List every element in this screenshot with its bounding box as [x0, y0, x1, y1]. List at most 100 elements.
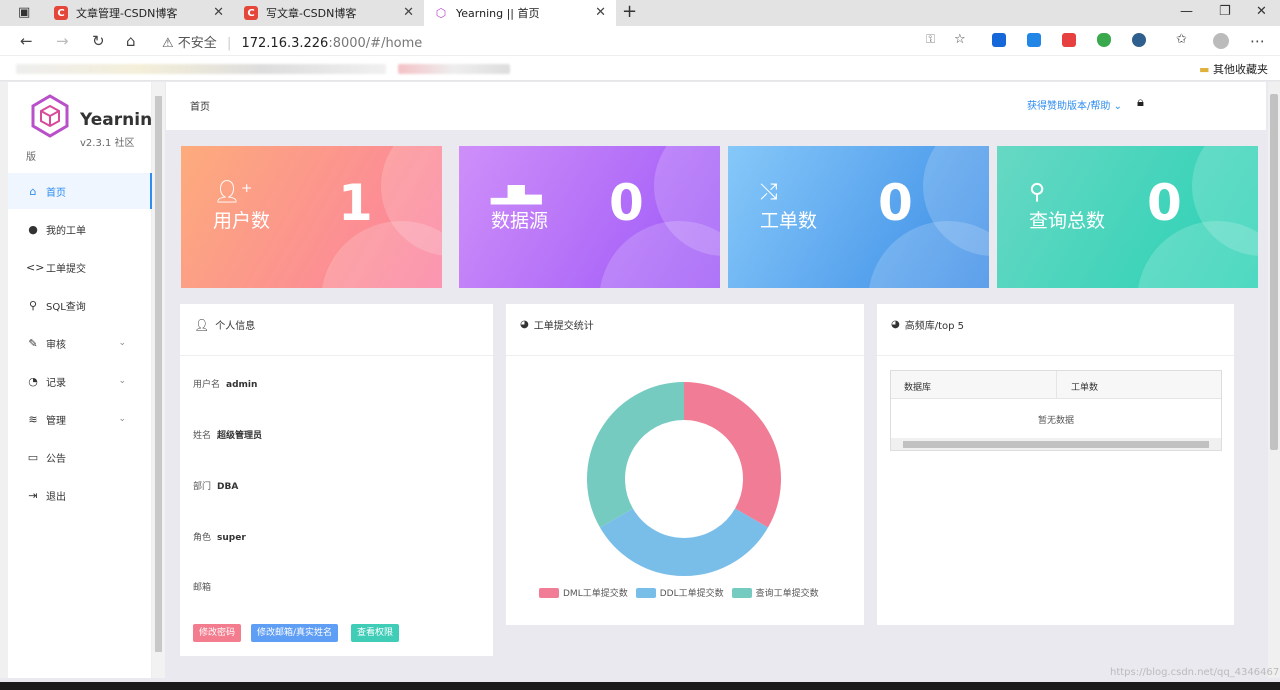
pie-icon: ◕	[891, 319, 900, 330]
other-bookmarks-label: 其他收藏夹	[1213, 63, 1268, 76]
help-dropdown[interactable]: 获得赞助版本/帮助 ⌄	[1027, 97, 1122, 112]
sidebar-item-sql-query[interactable]: ⚲ SQL查询	[8, 287, 152, 323]
favorite-star-icon[interactable]: ☆	[954, 32, 966, 47]
taskbar	[0, 682, 1280, 690]
security-label: 不安全	[177, 36, 217, 51]
extension-icon[interactable]	[992, 33, 1006, 47]
back-icon[interactable]: ←	[20, 32, 33, 50]
extension-icon[interactable]	[1132, 33, 1146, 47]
chart-legend: DML工单提交数 DDL工单提交数 查询工单提交数	[539, 586, 827, 599]
column-header: 数据库	[904, 383, 932, 393]
lock-icon[interactable]: 🔒︎	[1137, 95, 1144, 110]
horizontal-scrollbar[interactable]	[891, 438, 1221, 450]
key-icon[interactable]: ⚿	[926, 32, 935, 47]
stat-value: 0	[878, 174, 913, 232]
panel-title-label: 个人信息	[215, 321, 256, 332]
new-tab-button[interactable]: +	[622, 1, 637, 22]
url-path: :8000/#/home	[328, 36, 423, 51]
order-stats-panel: ◕ 工单提交统计 DML工单提交数 DDL工单提交数 查询工单提交数	[506, 304, 864, 625]
panel-title-label: 工单提交统计	[533, 321, 594, 332]
window-menu-icon[interactable]: ▣	[18, 5, 30, 20]
search-icon: ⚲	[28, 298, 38, 312]
legend-item[interactable]: 查询工单提交数	[731, 586, 819, 599]
profile-avatar-icon[interactable]	[1213, 33, 1229, 49]
csdn-icon: C	[54, 6, 68, 20]
legend-item[interactable]: DDL工单提交数	[635, 586, 724, 599]
home-icon: ⌂	[29, 184, 37, 198]
home-icon[interactable]: ⌂	[126, 32, 136, 50]
breadcrumb: 首页	[190, 102, 210, 113]
extension-icon[interactable]	[1027, 33, 1041, 47]
sidebar-item-my-orders[interactable]: ● 我的工单	[8, 211, 152, 247]
reload-icon[interactable]: ↻	[92, 32, 105, 50]
sidebar: Yearning v2.3.1 社区 版 ⌂ 首页 ● 我的工单 <> 工单提交 ⚲ S…	[8, 82, 164, 678]
sidebar-item-label: 退出	[46, 491, 66, 503]
stat-value: 0	[1147, 174, 1182, 232]
extension-icon[interactable]	[1062, 33, 1076, 47]
watermark: https://blog.csdn.net/qq_4346467	[1110, 667, 1280, 678]
browser-tab[interactable]: C 写文章-CSDN博客 ✕	[234, 0, 424, 26]
legend-item[interactable]: DML工单提交数	[539, 586, 628, 599]
scrollbar-thumb[interactable]	[1270, 94, 1278, 450]
info-row-role: 角色 super	[193, 530, 246, 543]
edit-icon: ✎	[28, 336, 38, 350]
panel-title: ◕ 工单提交统计	[520, 317, 594, 332]
change-password-button[interactable]: 修改密码	[193, 624, 242, 642]
collections-icon[interactable]: ✩	[1176, 32, 1187, 47]
pie-icon: ◕	[520, 319, 529, 330]
sidebar-scrollbar[interactable]	[152, 82, 165, 678]
view-permissions-button[interactable]: 查看权限	[351, 624, 400, 642]
column-divider	[1056, 371, 1057, 399]
browser-tab-strip: ▣ C 文章管理-CSDN博客 ✕ C 写文章-CSDN博客 ✕ ⬡ Yearn…	[0, 0, 1280, 26]
stat-card-queries: ⚲ 查询总数 0	[997, 146, 1258, 288]
browser-tab[interactable]: C 文章管理-CSDN博客 ✕	[44, 0, 234, 26]
maximize-icon[interactable]: ❐	[1219, 4, 1231, 19]
legend-label: DML工单提交数	[563, 589, 628, 599]
person-icon: 👤︎	[194, 317, 210, 332]
close-tab-icon[interactable]: ✕	[213, 5, 224, 20]
sidebar-item-records[interactable]: ◔ 记录 ⌄	[8, 363, 152, 399]
page-scrollbar[interactable]	[1268, 82, 1280, 678]
edit-email-name-button[interactable]: 修改邮箱/真实姓名	[251, 624, 339, 642]
donut-slice[interactable]	[587, 382, 685, 528]
column-header: 工单数	[1071, 383, 1099, 393]
sidebar-item-home[interactable]: ⌂ 首页	[8, 173, 152, 209]
scrollbar-thumb[interactable]	[903, 441, 1209, 448]
version-suffix: 版	[26, 152, 36, 163]
url-field[interactable]: ⚠ 不安全 | 172.16.3.226:8000/#/home	[162, 32, 422, 51]
info-value: DBA	[217, 482, 239, 492]
sidebar-item-manage[interactable]: ≋ 管理 ⌄	[8, 401, 152, 437]
info-value: 超级管理员	[217, 431, 263, 441]
info-key: 姓名	[193, 431, 212, 441]
table-header: 数据库 工单数	[891, 371, 1221, 399]
donut-slice[interactable]	[600, 507, 768, 576]
minimize-icon[interactable]: —	[1180, 4, 1193, 19]
other-bookmarks[interactable]: ▬ 其他收藏夹	[1199, 61, 1268, 77]
close-window-icon[interactable]: ✕	[1256, 4, 1267, 19]
browser-tab-active[interactable]: ⬡ Yearning || 首页 ✕	[424, 0, 616, 26]
more-icon[interactable]: ⋯	[1250, 32, 1265, 50]
divider	[506, 355, 864, 356]
top5-table: 数据库 工单数 暂无数据	[890, 370, 1222, 451]
legend-swatch	[731, 587, 752, 598]
sidebar-item-audit[interactable]: ✎ 审核 ⌄	[8, 325, 152, 361]
left-scrollbar[interactable]	[0, 82, 8, 678]
info-row-department: 部门 DBA	[193, 479, 238, 492]
forward-icon[interactable]: →	[56, 32, 69, 50]
panel-title: ◕ 高频库/top 5	[891, 317, 964, 332]
sidebar-item-announcement[interactable]: ▭ 公告	[8, 439, 152, 475]
layers-icon: ≋	[28, 412, 38, 426]
donut-slice[interactable]	[683, 382, 781, 528]
shield-extension-icon[interactable]	[1097, 33, 1111, 47]
sidebar-item-label: 我的工单	[46, 225, 86, 237]
tab-title: 文章管理-CSDN博客	[76, 7, 178, 20]
close-tab-icon[interactable]: ✕	[595, 5, 606, 20]
sidebar-item-logout[interactable]: ⇥ 退出	[8, 477, 152, 513]
warning-icon: ⚠	[162, 36, 174, 51]
sidebar-item-submit-order[interactable]: <> 工单提交	[8, 249, 152, 285]
chevron-down-icon: ⌄	[1113, 101, 1122, 112]
pie-icon: ◔	[28, 374, 38, 388]
close-tab-icon[interactable]: ✕	[403, 5, 414, 20]
scrollbar-thumb[interactable]	[155, 96, 162, 652]
sidebar-item-label: SQL查询	[46, 301, 86, 313]
